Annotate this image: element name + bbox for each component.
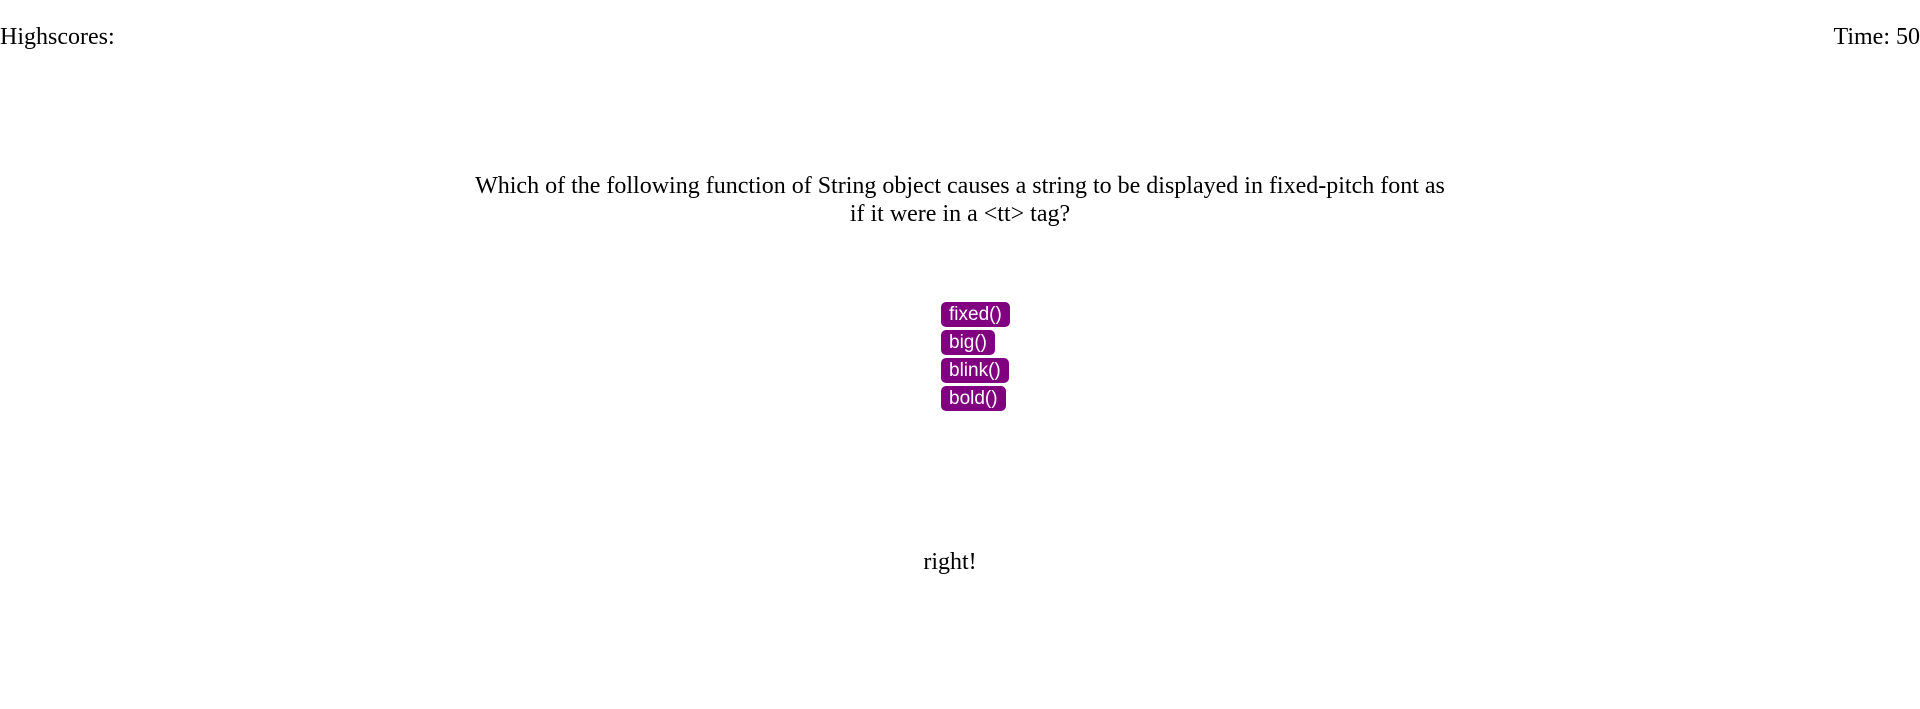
choice-button-blink[interactable]: blink()	[941, 358, 1009, 383]
timer: Time: 50	[1833, 24, 1920, 50]
answer-feedback: right!	[923, 549, 977, 575]
quiz-page: Highscores: Time: 50 Which of the follow…	[0, 0, 1920, 709]
top-bar: Highscores: Time: 50	[0, 22, 1920, 52]
highscores-link[interactable]: Highscores:	[0, 22, 115, 52]
choice-button-big[interactable]: big()	[941, 330, 996, 355]
answer-choices: fixed() big() blink() bold()	[941, 302, 1010, 411]
choice-button-fixed[interactable]: fixed()	[941, 302, 1010, 327]
question-text: Which of the following function of Strin…	[475, 173, 1445, 227]
choice-button-bold[interactable]: bold()	[941, 386, 1006, 411]
